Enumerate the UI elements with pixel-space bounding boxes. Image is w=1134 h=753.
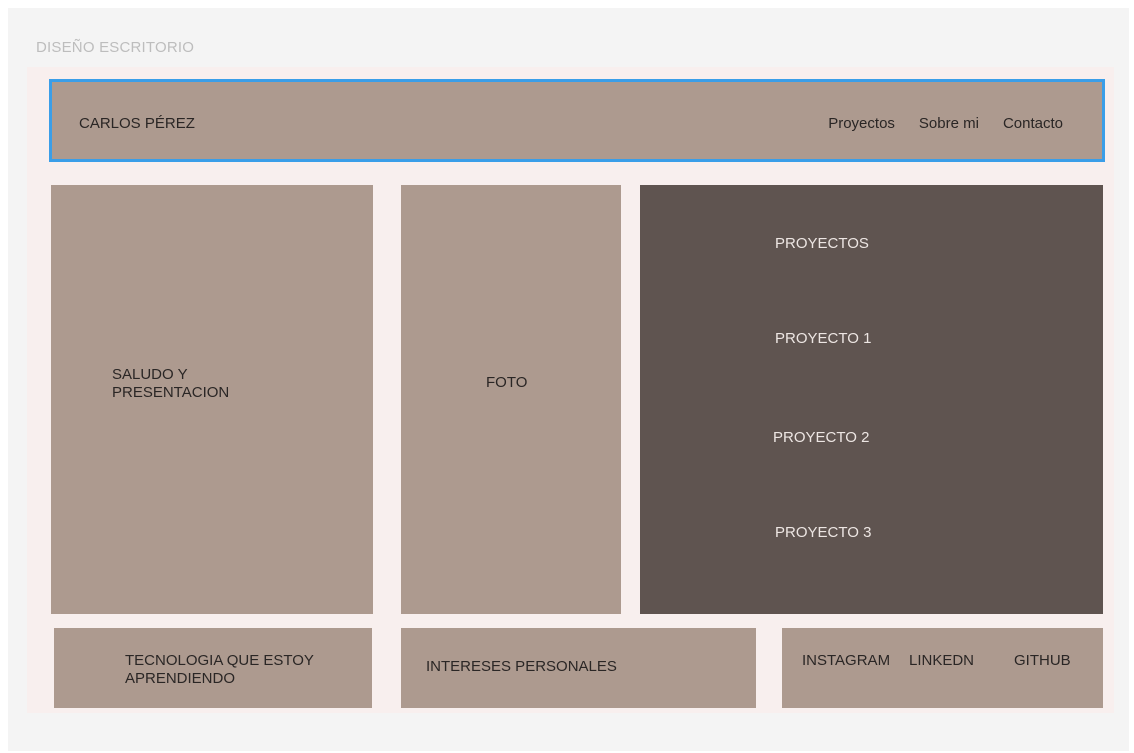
tecnologia-label: TECNOLOGIA QUE ESTOY APRENDIENDO	[125, 652, 314, 687]
header-block[interactable]: CARLOS PÉREZ Proyectos Sobre mi Contacto	[49, 79, 1105, 162]
proyecto-3-label: PROYECTO 3	[775, 524, 872, 541]
proyectos-title: PROYECTOS	[775, 235, 869, 252]
linkedn-label: LINKEDN	[909, 652, 975, 669]
redes-block[interactable]: INSTAGRAM LINKEDN GITHUB	[782, 628, 1103, 708]
tecnologia-block[interactable]: TECNOLOGIA QUE ESTOY APRENDIENDO	[54, 628, 372, 708]
proyecto-1-label: PROYECTO 1	[775, 330, 872, 347]
intereses-label: INTERESES PERSONALES	[426, 658, 617, 675]
proyectos-block[interactable]: PROYECTOS PROYECTO 1 PROYECTO 2 PROYECTO…	[640, 185, 1103, 614]
github-label: GITHUB	[1014, 652, 1071, 669]
foto-label: FOTO	[486, 374, 528, 391]
intereses-block[interactable]: INTERESES PERSONALES	[401, 628, 756, 708]
brand-name: CARLOS PÉREZ	[79, 115, 195, 132]
nav-item-proyectos[interactable]: Proyectos	[828, 115, 895, 132]
foto-block[interactable]: FOTO	[401, 185, 621, 614]
saludo-label: SALUDO Y PRESENTACION	[112, 366, 230, 401]
nav-menu: Proyectos Sobre mi Contacto	[828, 115, 1063, 132]
nav-item-sobre-mi[interactable]: Sobre mi	[919, 115, 979, 132]
saludo-block[interactable]: SALUDO Y PRESENTACION	[51, 185, 373, 614]
nav-item-contacto[interactable]: Contacto	[1003, 115, 1063, 132]
frame-label: DISEÑO ESCRITORIO	[36, 39, 195, 56]
proyecto-2-label: PROYECTO 2	[773, 429, 870, 446]
instagram-label: INSTAGRAM	[802, 652, 891, 669]
